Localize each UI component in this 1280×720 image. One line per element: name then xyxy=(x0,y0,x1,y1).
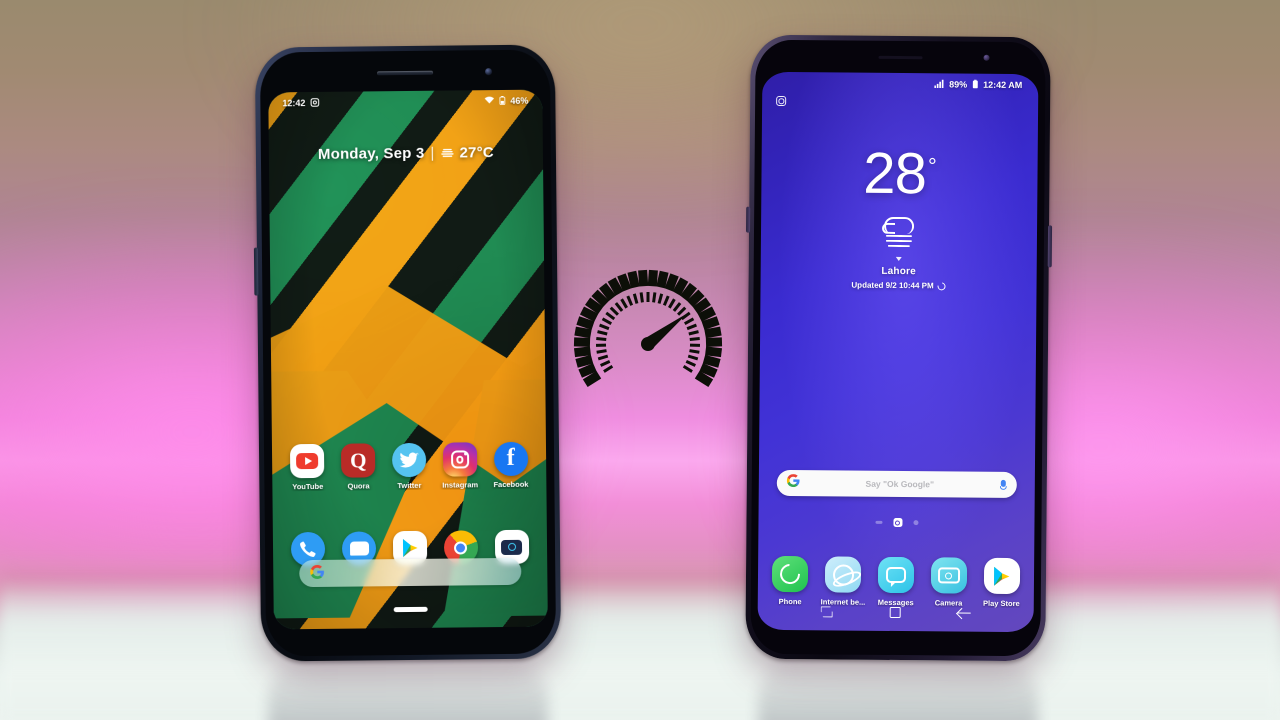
app-label: Facebook xyxy=(493,479,529,490)
samsung-power-button[interactable] xyxy=(1047,225,1053,268)
samsung-phone[interactable]: 89% 12:42 AM 28° Lahore Updated 9/2 10:4… xyxy=(745,34,1053,662)
status-time: 12:42 xyxy=(282,98,306,109)
google-g-icon xyxy=(786,474,800,492)
pixel-reflection xyxy=(268,660,548,720)
samsung-reflection xyxy=(758,660,1038,720)
samsung-status-bar: 89% 12:42 AM xyxy=(762,72,1038,96)
location-pin-icon xyxy=(896,255,902,261)
temperature-text: 27°C xyxy=(459,144,494,162)
earpiece-speaker-icon xyxy=(878,55,923,60)
date-text: Monday, Sep 3 xyxy=(317,144,425,163)
app-instagram[interactable]: Instagram xyxy=(437,442,483,490)
phone-icon xyxy=(772,555,809,593)
google-g-icon xyxy=(310,564,324,582)
home-square-icon[interactable] xyxy=(889,606,901,618)
pixel-side-button[interactable] xyxy=(253,247,259,296)
screenshot-icon xyxy=(776,95,787,107)
wifi-icon xyxy=(484,96,494,106)
front-camera-icon xyxy=(983,54,990,61)
samsung-volume-button[interactable] xyxy=(746,206,751,233)
pixel-date-weather-widget[interactable]: Monday, Sep 3 | 27°C xyxy=(269,144,543,164)
table-surface xyxy=(0,583,1280,720)
page-dot[interactable] xyxy=(912,520,918,526)
pixel-search-pill[interactable] xyxy=(299,557,522,588)
app-facebook[interactable]: f Facebook xyxy=(488,441,534,490)
instagram-icon xyxy=(442,442,478,477)
pixel-app-row: YouTube Q Quora Twitter Instagram f Face… xyxy=(272,441,546,492)
battery-percentage: 89% xyxy=(949,79,968,90)
quora-icon: Q xyxy=(341,443,376,478)
youtube-icon xyxy=(290,443,325,479)
camera-icon xyxy=(930,557,967,594)
status-time: 12:42 AM xyxy=(983,79,1023,91)
app-youtube[interactable]: YouTube xyxy=(284,443,330,492)
twitter-icon xyxy=(391,442,427,478)
apps-dot[interactable] xyxy=(874,520,882,524)
refresh-icon[interactable] xyxy=(936,280,948,292)
battery-icon xyxy=(499,95,506,106)
samsung-weather-widget[interactable]: 28° Lahore Updated 9/2 10:44 PM xyxy=(761,140,1038,292)
pixel-search-input[interactable] xyxy=(324,571,510,573)
pixel-glass-front: 12:42 46% Monday, Sep 3 | 27°C YouTube Q… xyxy=(259,49,557,657)
samsung-glass-front: 89% 12:42 AM 28° Lahore Updated 9/2 10:4… xyxy=(750,39,1046,657)
weather-city: Lahore xyxy=(881,265,916,278)
app-twitter[interactable]: Twitter xyxy=(386,442,432,491)
facebook-icon: f xyxy=(493,441,528,477)
samsung-screen[interactable]: 89% 12:42 AM 28° Lahore Updated 9/2 10:4… xyxy=(757,71,1039,633)
messages-icon xyxy=(877,556,915,594)
home-gesture-pill[interactable] xyxy=(393,606,428,613)
samsung-search-bar[interactable]: Say "Ok Google" xyxy=(776,469,1017,499)
battery-icon xyxy=(972,79,978,90)
screenshot-icon xyxy=(310,97,320,108)
pixel-phone[interactable]: 12:42 46% Monday, Sep 3 | 27°C YouTube Q… xyxy=(253,44,562,662)
date-separator: | xyxy=(430,144,435,162)
home-dot[interactable] xyxy=(892,517,903,528)
app-quora[interactable]: Q Quora xyxy=(335,443,381,491)
play-store-icon xyxy=(983,557,1020,595)
microphone-icon[interactable] xyxy=(999,479,1007,490)
back-arrow-icon[interactable] xyxy=(958,607,971,618)
app-label: Twitter xyxy=(397,480,422,491)
fog-cloud-icon xyxy=(876,216,922,251)
app-label: Instagram xyxy=(442,480,479,490)
fog-icon xyxy=(440,148,454,159)
earpiece-speaker-icon xyxy=(377,70,434,76)
speedometer-icon xyxy=(572,252,724,412)
weather-updated-text: Updated 9/2 10:44 PM xyxy=(851,280,934,291)
weather-temperature: 28° xyxy=(863,140,936,207)
app-label: Quora xyxy=(347,481,370,491)
recents-icon[interactable] xyxy=(820,606,832,617)
samsung-search-input[interactable]: Say "Ok Google" xyxy=(800,478,1000,490)
internet-icon xyxy=(825,556,862,593)
samsung-navigation-bar xyxy=(758,598,1034,626)
app-label: YouTube xyxy=(292,481,324,492)
signal-bars-icon xyxy=(934,79,944,90)
front-camera-icon xyxy=(485,68,493,76)
battery-percentage: 46% xyxy=(510,95,529,106)
pixel-screen[interactable]: 12:42 46% Monday, Sep 3 | 27°C YouTube Q… xyxy=(268,89,548,630)
pixel-status-bar: 12:42 46% xyxy=(268,90,542,115)
